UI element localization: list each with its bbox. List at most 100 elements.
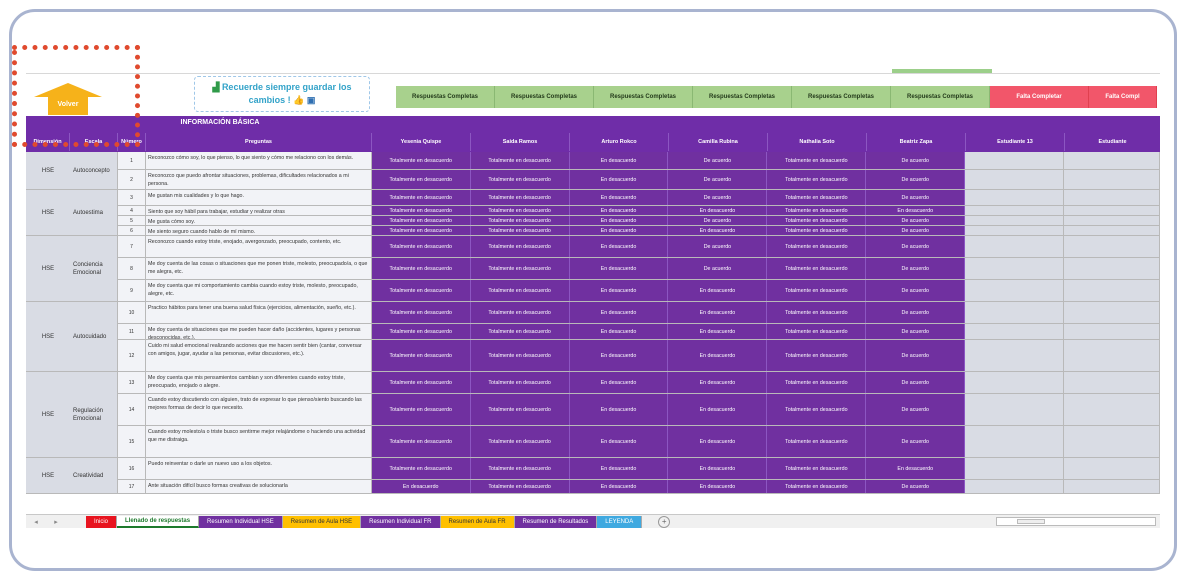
empty-answer-cell[interactable] bbox=[965, 206, 1065, 215]
answer-cell[interactable]: En desacuerdo bbox=[569, 340, 669, 371]
empty-answer-cell[interactable] bbox=[1064, 152, 1160, 169]
answer-cell[interactable]: Totalmente en desacuerdo bbox=[371, 258, 471, 279]
answer-cell[interactable]: De acuerdo bbox=[866, 426, 966, 457]
answer-cell[interactable]: En desacuerdo bbox=[668, 458, 768, 479]
empty-answer-cell[interactable] bbox=[965, 340, 1065, 371]
answer-cell[interactable]: Totalmente en desacuerdo bbox=[371, 426, 471, 457]
sheet-tab[interactable]: Resumen Individual HSE bbox=[199, 515, 283, 528]
answer-cell[interactable]: Totalmente en desacuerdo bbox=[767, 216, 867, 225]
answer-cell[interactable]: En desacuerdo bbox=[668, 340, 768, 371]
answer-cell[interactable]: Totalmente en desacuerdo bbox=[767, 226, 867, 235]
empty-answer-cell[interactable] bbox=[1064, 190, 1160, 205]
answer-cell[interactable]: En desacuerdo bbox=[569, 426, 669, 457]
scroll-thumb[interactable] bbox=[1017, 519, 1045, 524]
answer-cell[interactable]: Totalmente en desacuerdo bbox=[470, 258, 570, 279]
answer-cell[interactable]: En desacuerdo bbox=[668, 324, 768, 339]
row-number[interactable]: 6 bbox=[118, 226, 146, 235]
empty-answer-cell[interactable] bbox=[1064, 458, 1160, 479]
column-header[interactable]: Escala bbox=[70, 133, 118, 151]
row-number[interactable]: 10 bbox=[118, 302, 146, 323]
answer-cell[interactable]: En desacuerdo bbox=[569, 152, 669, 169]
column-header[interactable]: Camilla Rubina bbox=[669, 133, 768, 151]
answer-cell[interactable]: De acuerdo bbox=[866, 226, 966, 235]
answer-cell[interactable]: Totalmente en desacuerdo bbox=[371, 394, 471, 425]
sheet-tab[interactable]: Resumen Individual FR bbox=[361, 515, 441, 528]
answer-cell[interactable]: Totalmente en desacuerdo bbox=[371, 152, 471, 169]
empty-answer-cell[interactable] bbox=[965, 216, 1065, 225]
question-cell[interactable]: Me doy cuenta que mi comportamiento camb… bbox=[145, 280, 372, 301]
question-cell[interactable]: Me doy cuenta de situaciones que me pued… bbox=[145, 324, 372, 339]
question-cell[interactable]: Reconozco cómo soy, lo que pienso, lo qu… bbox=[145, 152, 372, 169]
empty-answer-cell[interactable] bbox=[965, 258, 1065, 279]
answer-cell[interactable]: En desacuerdo bbox=[371, 480, 471, 493]
answer-cell[interactable]: En desacuerdo bbox=[569, 302, 669, 323]
answer-cell[interactable]: De acuerdo bbox=[668, 236, 768, 257]
empty-answer-cell[interactable] bbox=[965, 236, 1065, 257]
answer-cell[interactable]: De acuerdo bbox=[866, 324, 966, 339]
empty-answer-cell[interactable] bbox=[1064, 340, 1160, 371]
answer-cell[interactable]: Totalmente en desacuerdo bbox=[371, 226, 471, 235]
answer-cell[interactable]: Totalmente en desacuerdo bbox=[767, 206, 867, 215]
answer-cell[interactable]: Totalmente en desacuerdo bbox=[371, 206, 471, 215]
sheet-tab[interactable]: Llenado de respuestas bbox=[117, 515, 200, 528]
empty-answer-cell[interactable] bbox=[965, 394, 1065, 425]
answer-cell[interactable]: Totalmente en desacuerdo bbox=[767, 170, 867, 189]
answer-cell[interactable]: Totalmente en desacuerdo bbox=[470, 458, 570, 479]
answer-cell[interactable]: Totalmente en desacuerdo bbox=[470, 216, 570, 225]
sheet-tab[interactable]: LEYENDA bbox=[597, 515, 643, 528]
answer-cell[interactable]: En desacuerdo bbox=[569, 480, 669, 493]
empty-answer-cell[interactable] bbox=[965, 480, 1065, 493]
answer-cell[interactable]: Totalmente en desacuerdo bbox=[470, 236, 570, 257]
row-number[interactable]: 3 bbox=[118, 190, 146, 205]
prev-sheet-icon[interactable]: ◂ bbox=[26, 518, 46, 526]
answer-cell[interactable]: En desacuerdo bbox=[668, 226, 768, 235]
answer-cell[interactable]: Totalmente en desacuerdo bbox=[470, 170, 570, 189]
answer-cell[interactable]: Totalmente en desacuerdo bbox=[767, 458, 867, 479]
answer-cell[interactable]: Totalmente en desacuerdo bbox=[371, 324, 471, 339]
empty-answer-cell[interactable] bbox=[1064, 236, 1160, 257]
empty-answer-cell[interactable] bbox=[1064, 426, 1160, 457]
question-cell[interactable]: Puedo reinventar o darle un nuevo uso a … bbox=[145, 458, 372, 479]
row-number[interactable]: 17 bbox=[118, 480, 146, 493]
answer-cell[interactable]: En desacuerdo bbox=[668, 372, 768, 393]
sheet-tab[interactable]: Resumen de Resultados bbox=[514, 515, 598, 528]
answer-cell[interactable]: De acuerdo bbox=[668, 216, 768, 225]
row-number[interactable]: 13 bbox=[118, 372, 146, 393]
answer-cell[interactable]: Totalmente en desacuerdo bbox=[470, 480, 570, 493]
empty-answer-cell[interactable] bbox=[1064, 302, 1160, 323]
row-number[interactable]: 9 bbox=[118, 280, 146, 301]
answer-cell[interactable]: En desacuerdo bbox=[668, 280, 768, 301]
answer-cell[interactable]: Totalmente en desacuerdo bbox=[767, 324, 867, 339]
answer-cell[interactable]: Totalmente en desacuerdo bbox=[470, 426, 570, 457]
empty-answer-cell[interactable] bbox=[965, 324, 1065, 339]
answer-cell[interactable]: En desacuerdo bbox=[668, 480, 768, 493]
row-number[interactable]: 14 bbox=[118, 394, 146, 425]
answer-cell[interactable]: Totalmente en desacuerdo bbox=[371, 190, 471, 205]
answer-cell[interactable]: Totalmente en desacuerdo bbox=[371, 170, 471, 189]
answer-cell[interactable]: De acuerdo bbox=[866, 372, 966, 393]
empty-answer-cell[interactable] bbox=[965, 426, 1065, 457]
answer-cell[interactable]: Totalmente en desacuerdo bbox=[767, 302, 867, 323]
sheet-tab[interactable]: Resumen de Aula HSE bbox=[282, 515, 362, 528]
column-header[interactable]: Número bbox=[118, 133, 146, 151]
empty-answer-cell[interactable] bbox=[965, 170, 1065, 189]
column-header[interactable]: Yesenia Quispe bbox=[372, 133, 471, 151]
answer-cell[interactable]: Totalmente en desacuerdo bbox=[470, 190, 570, 205]
answer-cell[interactable]: Totalmente en desacuerdo bbox=[470, 206, 570, 215]
spreadsheet[interactable]: Volver ▟ Recuerde siempre guardar los ca… bbox=[26, 68, 1160, 538]
answer-cell[interactable]: De acuerdo bbox=[866, 394, 966, 425]
answer-cell[interactable]: De acuerdo bbox=[866, 152, 966, 169]
answer-cell[interactable]: En desacuerdo bbox=[866, 458, 966, 479]
empty-answer-cell[interactable] bbox=[965, 458, 1065, 479]
column-header[interactable]: Estudiante 13 bbox=[966, 133, 1065, 151]
question-cell[interactable]: Ante situación difícil busco formas crea… bbox=[145, 480, 372, 493]
sheet-tab[interactable]: Resumen de Aula FR bbox=[440, 515, 515, 528]
answer-cell[interactable]: De acuerdo bbox=[866, 480, 966, 493]
row-number[interactable]: 15 bbox=[118, 426, 146, 457]
answer-cell[interactable]: En desacuerdo bbox=[569, 324, 669, 339]
question-cell[interactable]: Cuando estoy discutiendo con alguien, tr… bbox=[145, 394, 372, 425]
empty-answer-cell[interactable] bbox=[1064, 226, 1160, 235]
answer-cell[interactable]: En desacuerdo bbox=[668, 206, 768, 215]
answer-cell[interactable]: Totalmente en desacuerdo bbox=[371, 216, 471, 225]
answer-cell[interactable]: Totalmente en desacuerdo bbox=[470, 372, 570, 393]
